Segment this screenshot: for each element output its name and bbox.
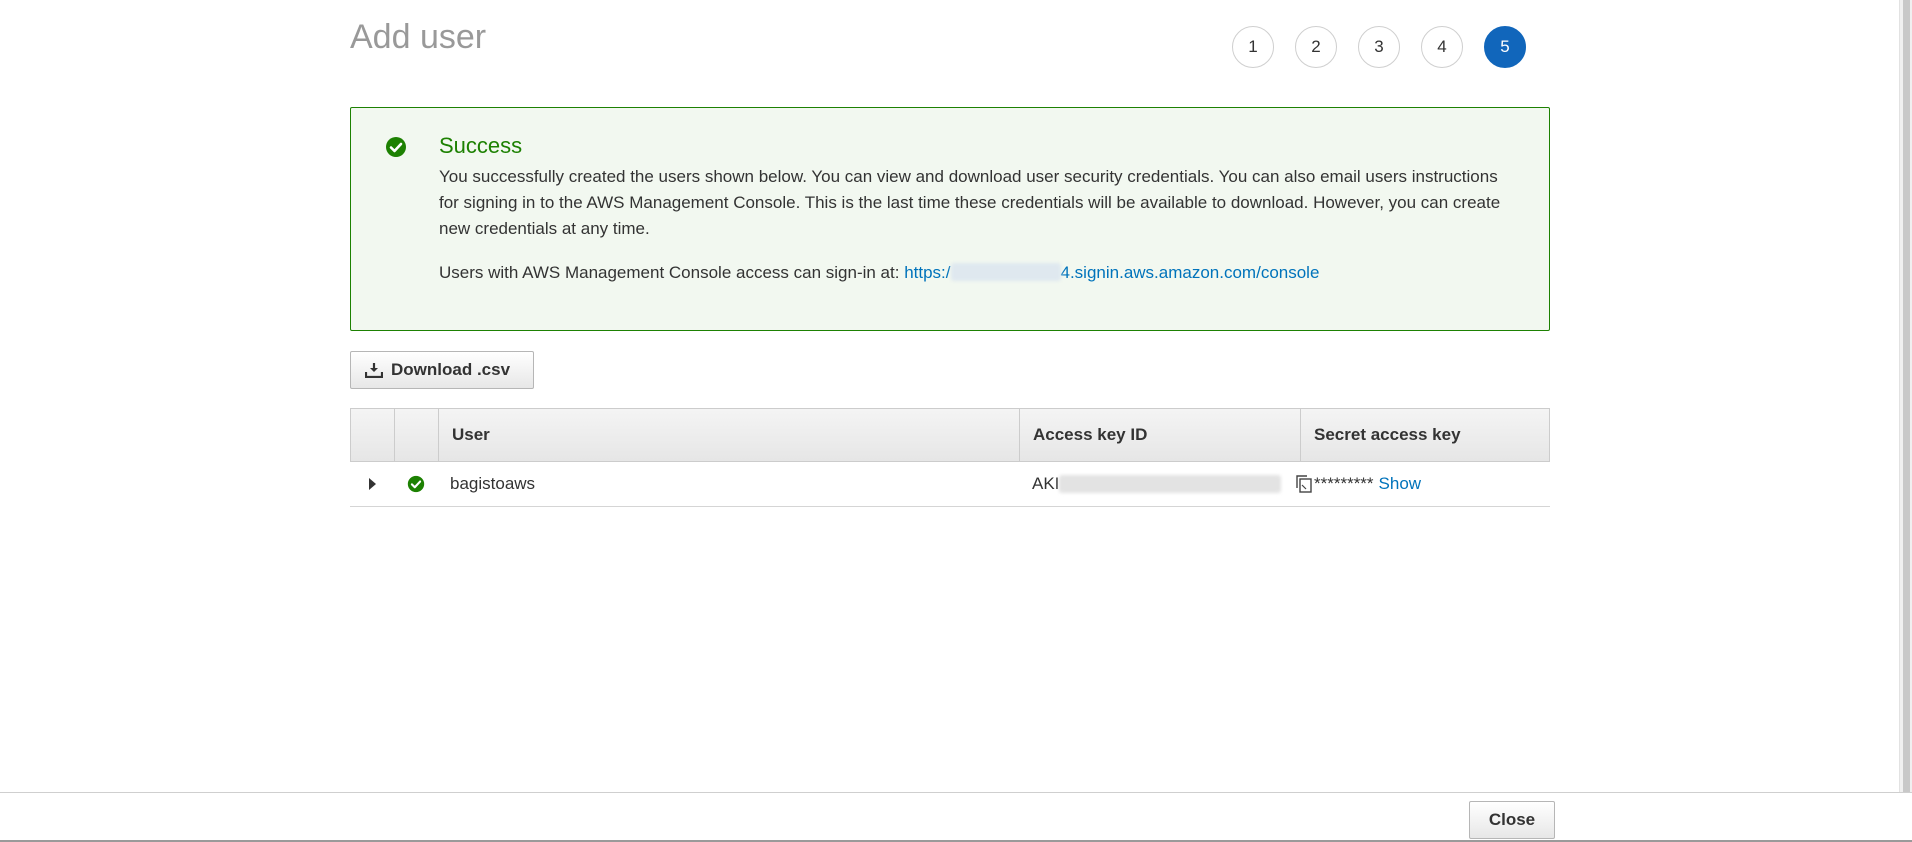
close-button[interactable]: Close [1469,801,1555,839]
caret-right-icon[interactable] [368,478,376,490]
signin-url-end: 4.signin.aws.amazon.com/console [1060,263,1320,283]
row-expand-toggle[interactable] [350,462,394,506]
step-2[interactable]: 2 [1295,26,1337,68]
alert-title: Success [439,133,523,158]
success-alert: Success You successfully created the use… [350,107,1550,331]
wizard-steps: 1 2 3 4 5 [1232,26,1526,68]
copy-icon[interactable] [1294,474,1314,494]
signin-prefix: Users with AWS Management Console access… [439,263,905,283]
redacted-access-key [1059,475,1282,493]
row-status [394,462,438,506]
row-secret-access-key: ********* Show [1300,462,1550,506]
row-user-name: bagistoaws [450,474,536,493]
add-user-page: Add user 1 2 3 4 5 Success You successfu… [0,0,1912,842]
download-csv-label: Download .csv [391,360,511,379]
download-icon [365,363,383,378]
credentials-table: User Access key ID Secret access key bag… [350,408,1550,507]
signin-info: Users with AWS Management Console access… [439,260,1519,286]
secret-masked-value: ********* [1314,474,1374,493]
alert-message: You successfully created the users shown… [439,167,1501,239]
step-1[interactable]: 1 [1232,26,1274,68]
alert-body: Success You successfully created the use… [439,133,1519,286]
access-key-prefix: AKI [1032,474,1060,493]
check-circle-icon [386,137,406,157]
check-circle-icon [407,475,425,493]
scrollbar-thumb[interactable] [1903,0,1910,792]
signin-url-link[interactable]: https:/ 4.signin.aws.amazon.com/console [904,263,1319,282]
download-csv-button[interactable]: Download .csv [350,351,534,389]
page-title: Add user [350,18,487,56]
step-4[interactable]: 4 [1421,26,1463,68]
header-expand-column [351,409,395,461]
redacted-account-id [950,263,1061,282]
modal-footer: Close [0,792,1912,842]
header-user[interactable]: User [439,409,1020,461]
row-access-key-id: AKI [1019,462,1312,506]
header-secret-access-key[interactable]: Secret access key [1301,409,1549,461]
header-status-column [395,409,439,461]
table-row: bagistoaws AKI ********* Show [350,462,1550,507]
header-access-key-id[interactable]: Access key ID [1020,409,1301,461]
vertical-scrollbar[interactable] [1899,0,1912,792]
table-header: User Access key ID Secret access key [350,408,1550,462]
step-5-active[interactable]: 5 [1484,26,1526,68]
signin-url-start: https:/ [904,263,951,283]
step-3[interactable]: 3 [1358,26,1400,68]
show-secret-link[interactable]: Show [1379,474,1422,494]
